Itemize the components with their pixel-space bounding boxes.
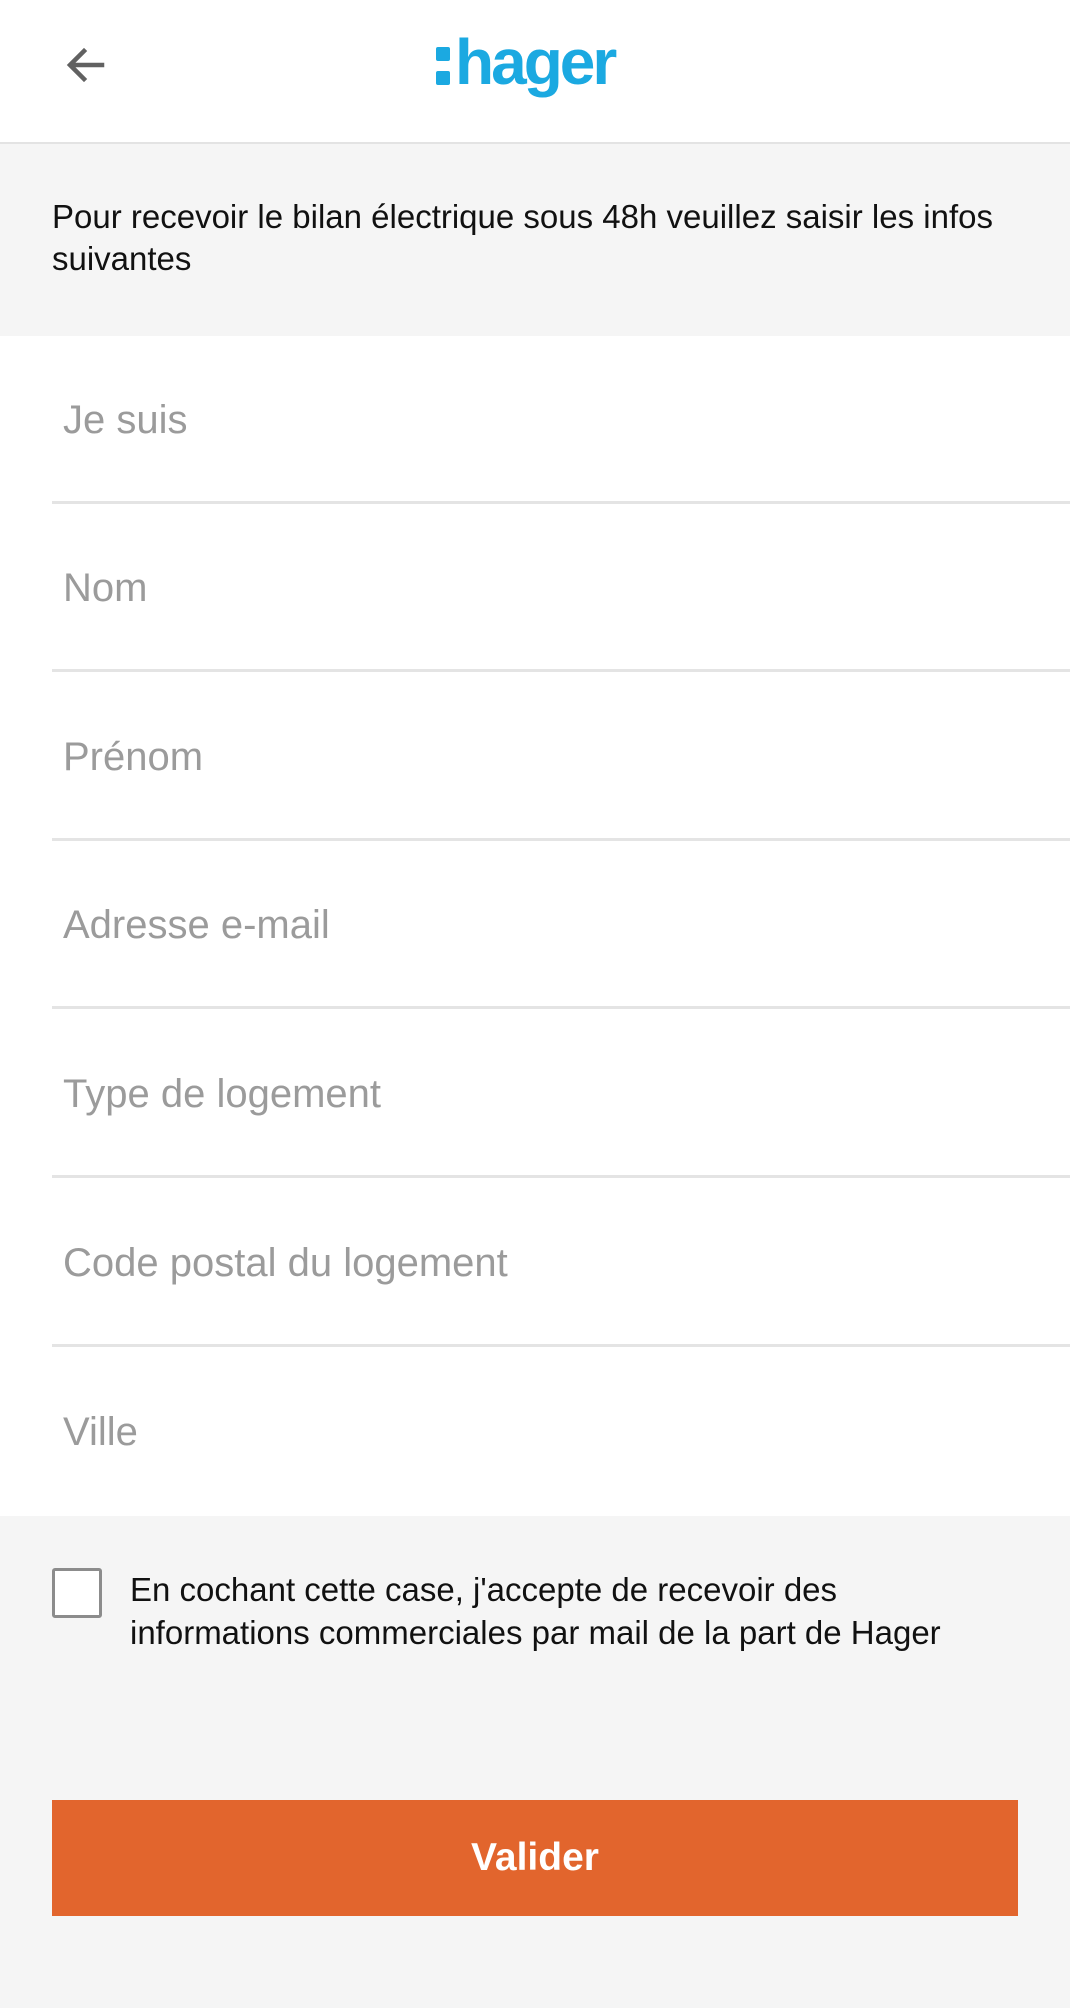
field-label: Je suis	[63, 398, 188, 442]
hager-logo: hager	[436, 26, 636, 98]
field-code-postal[interactable]: Code postal du logement	[52, 1179, 1070, 1347]
field-type-de-logement[interactable]: Type de logement	[52, 1010, 1070, 1178]
submit-button[interactable]: Valider	[52, 1800, 1018, 1916]
field-label: Prénom	[63, 735, 204, 779]
back-button[interactable]	[48, 30, 124, 100]
field-ville[interactable]: Ville	[52, 1348, 1070, 1516]
logo-colon-mark	[436, 47, 450, 85]
field-label: Nom	[63, 566, 148, 610]
field-adresse-email[interactable]: Adresse e-mail	[52, 841, 1070, 1009]
app-header: hager	[0, 0, 1070, 144]
field-label: Code postal du logement	[63, 1241, 508, 1285]
arrow-left-icon	[66, 47, 105, 83]
field-je-suis[interactable]: Je suis	[52, 336, 1070, 504]
field-label: Ville	[63, 1410, 138, 1454]
field-label: Adresse e-mail	[63, 903, 330, 947]
contact-form: Je suis Nom Prénom Adresse e-mail Type d…	[0, 336, 1070, 1516]
intro-text: Pour recevoir le bilan électrique sous 4…	[52, 198, 993, 277]
logo-text: hager	[455, 26, 617, 98]
consent-label: En cochant cette case, j'accepte de rece…	[130, 1571, 941, 1651]
consent-checkbox[interactable]	[52, 1568, 102, 1618]
field-label: Type de logement	[63, 1072, 381, 1116]
field-prenom[interactable]: Prénom	[52, 673, 1070, 841]
field-nom[interactable]: Nom	[52, 504, 1070, 672]
submit-label: Valider	[471, 1836, 599, 1879]
